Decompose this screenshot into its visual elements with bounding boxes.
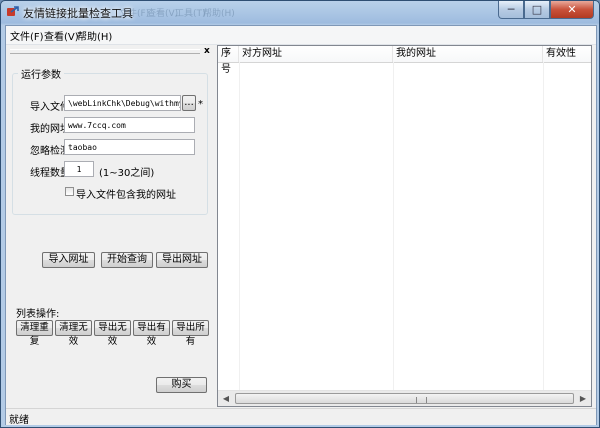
status-bar: 就绪 (6, 408, 596, 426)
app-link-icon (7, 6, 19, 16)
include-my-url-checkbox[interactable] (65, 187, 74, 196)
panel-close-icon[interactable]: x (204, 46, 210, 56)
buy-button[interactable]: 购买 (156, 377, 207, 393)
clear-duplicates-button[interactable]: 清理重复 (16, 320, 53, 347)
ghost-text: 工具(T) (175, 9, 206, 19)
close-icon: ✕ (567, 3, 577, 16)
export-invalid-button[interactable]: 导出无效 (94, 320, 131, 347)
ghost-text: 查看(V) (147, 9, 179, 19)
horizontal-scrollbar[interactable]: ◀ ▶ (218, 390, 591, 406)
column-divider (393, 62, 394, 392)
column-header-my-url[interactable]: 我的网址 (393, 46, 543, 62)
my-url-field[interactable]: www.7ccq.com (64, 117, 195, 133)
clear-invalid-button[interactable]: 清理无效 (55, 320, 92, 347)
export-urls-button[interactable]: 导出网址 (156, 252, 208, 268)
browse-button[interactable]: ... (182, 95, 196, 111)
thumb-grip-icon (416, 397, 427, 403)
threads-hint: (1~30之间) (99, 168, 155, 179)
minimize-button[interactable]: ─ (498, 1, 524, 19)
column-divider (239, 62, 240, 392)
params-group-title: 运行参数 (18, 66, 64, 81)
scrollbar-thumb[interactable] (235, 393, 574, 404)
maximize-button[interactable]: □ (524, 1, 550, 19)
import-urls-button[interactable]: 导入网址 (42, 252, 95, 268)
column-header-validity[interactable]: 有效性 (543, 46, 591, 62)
export-all-button[interactable]: 导出所有 (172, 320, 209, 347)
results-list[interactable]: 序号 对方网址 我的网址 有效性 ◀ ▶ (217, 45, 592, 407)
ghost-text: 帮助(H) (203, 9, 235, 19)
left-panel: x 运行参数 导入文件: \webLinkChk\Debug\withmyurl… (8, 45, 212, 405)
minimize-icon: ─ (507, 3, 515, 16)
maximize-icon: □ (531, 3, 543, 16)
ignore-field[interactable]: taobao (64, 139, 195, 155)
start-query-button[interactable]: 开始查询 (101, 252, 153, 268)
menu-bar: 文件(F) 查看(V) 帮助(H) (6, 26, 596, 45)
required-mark: * (198, 99, 203, 110)
client-area: 文件(F) 查看(V) 帮助(H) x 运行参数 导入文件: \webLinkC… (5, 25, 597, 426)
caption-buttons: ─ □ ✕ (498, 1, 594, 19)
column-divider (543, 62, 544, 392)
export-valid-button[interactable]: 导出有效 (133, 320, 170, 347)
title-bar[interactable]: 友情链接批量检查工具 文件(F) 查看(V) 工具(T) 帮助(H) ─ □ ✕ (1, 1, 599, 23)
scroll-right-icon[interactable]: ▶ (575, 392, 591, 406)
status-text: 就绪 (9, 415, 29, 426)
include-my-url-label[interactable]: 导入文件包含我的网址 (76, 186, 176, 201)
column-header-index[interactable]: 序号 (218, 46, 239, 75)
menu-file[interactable]: 文件(F) (10, 28, 44, 43)
threads-field[interactable]: 1 (64, 161, 94, 177)
menu-view[interactable]: 查看(V) (44, 28, 79, 43)
panel-grip-bar (10, 49, 200, 54)
ghost-text: 文件(F) (119, 9, 150, 19)
window-title: 友情链接批量检查工具 (23, 7, 133, 20)
list-ops-label: 列表操作: (16, 309, 60, 320)
scroll-left-icon[interactable]: ◀ (218, 392, 234, 406)
menu-help[interactable]: 帮助(H) (77, 28, 112, 43)
list-header: 序号 对方网址 我的网址 有效性 (218, 46, 591, 75)
app-window: 友情链接批量检查工具 文件(F) 查看(V) 工具(T) 帮助(H) ─ □ ✕… (0, 0, 600, 428)
import-file-field[interactable]: \webLinkChk\Debug\withmyurl.txt (64, 95, 181, 111)
column-header-their-url[interactable]: 对方网址 (239, 46, 393, 62)
close-button[interactable]: ✕ (550, 1, 594, 19)
